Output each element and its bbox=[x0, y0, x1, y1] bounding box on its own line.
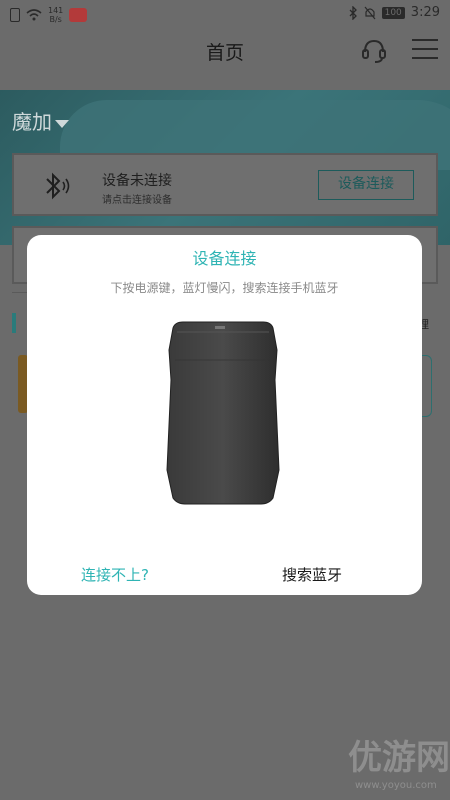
net-speed: 141 B/s bbox=[48, 6, 63, 24]
device-illustration bbox=[166, 321, 280, 505]
status-right: 100 3:29 bbox=[348, 5, 440, 20]
dialog-instruction: 下按电源键，蓝灯慢闪，搜索连接手机蓝牙 bbox=[110, 281, 339, 295]
mute-bell-icon bbox=[364, 6, 376, 19]
bluetooth-icon bbox=[349, 5, 357, 20]
wifi-icon bbox=[26, 9, 42, 21]
device-status: 设备未连接 bbox=[102, 173, 172, 189]
device-connect-button[interactable]: 设备连接 bbox=[318, 170, 414, 200]
net-speed-unit: B/s bbox=[49, 15, 62, 24]
brand-selector[interactable]: 魔加 bbox=[12, 106, 69, 135]
section-accent-bar bbox=[12, 313, 16, 333]
net-speed-value: 141 bbox=[48, 6, 64, 15]
caret-down-icon bbox=[55, 119, 69, 128]
status-bar: 141 B/s 100 3:29 bbox=[0, 0, 450, 30]
brand-name: 魔加 bbox=[12, 110, 52, 134]
device-hint: 请点击连接设备 bbox=[102, 195, 172, 206]
device-connect-dialog: 设备连接 下按电源键，蓝灯慢闪，搜索连接手机蓝牙 连接不上? 搜索蓝牙 bbox=[27, 235, 422, 595]
menu-icon[interactable] bbox=[412, 39, 438, 61]
sim-icon bbox=[10, 8, 20, 22]
health-app-icon bbox=[69, 8, 88, 22]
watermark-logo: 优游网 bbox=[348, 738, 450, 778]
dialog-title: 设备连接 bbox=[192, 249, 257, 268]
menu-line bbox=[412, 48, 438, 50]
cant-connect-link[interactable]: 连接不上? bbox=[81, 564, 149, 585]
watermark-url: www.yoyou.com bbox=[355, 780, 437, 791]
clock: 3:29 bbox=[410, 5, 440, 20]
menu-line bbox=[412, 39, 438, 41]
bluetooth-icon bbox=[46, 172, 70, 200]
battery-indicator: 100 bbox=[381, 6, 405, 19]
app-header: 首页 bbox=[0, 30, 450, 88]
status-left: 141 B/s bbox=[10, 6, 88, 24]
device-card: 设备未连接 请点击连接设备 设备连接 bbox=[12, 153, 438, 216]
menu-line bbox=[412, 57, 438, 59]
search-bluetooth-button[interactable]: 搜索蓝牙 bbox=[282, 564, 342, 585]
customer-service-icon[interactable] bbox=[360, 37, 388, 65]
